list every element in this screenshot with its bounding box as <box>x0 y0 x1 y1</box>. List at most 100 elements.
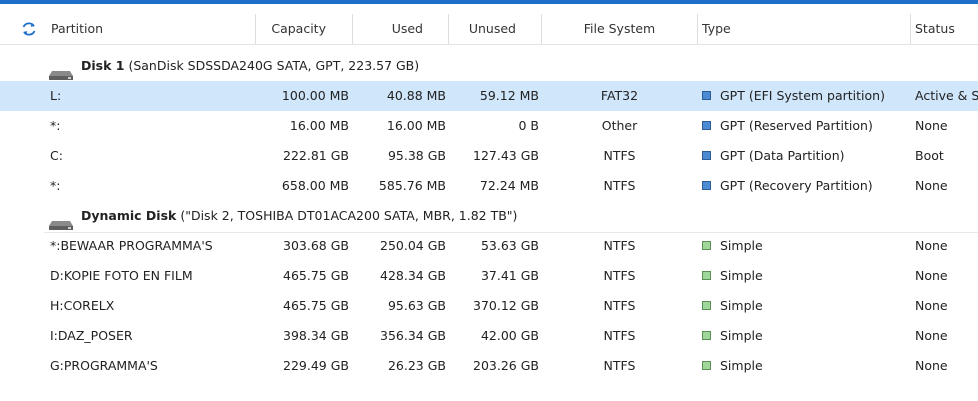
table-row[interactable]: *: 658.00 MB 585.76 MB 72.24 MB NTFS GPT (Rec… <box>0 171 978 201</box>
window-accent-bar <box>0 0 978 4</box>
partition-used: 16.00 MB <box>386 118 446 133</box>
partition-capacity: 303.68 GB <box>283 238 349 253</box>
disk-details: ("Disk 2, TOSHIBA DT01ACA200 SATA, MBR, … <box>180 208 518 223</box>
partition-unused: 72.24 MB <box>479 178 539 193</box>
partition-status: None <box>915 358 948 373</box>
partition-file-system: Other <box>601 118 638 133</box>
partition-type: GPT (Reserved Partition) <box>720 118 873 133</box>
partition-type-square-icon <box>702 241 711 250</box>
header-partition[interactable]: Partition <box>51 14 251 44</box>
partition-file-system: NTFS <box>603 178 636 193</box>
partition-name: *: <box>50 178 61 193</box>
disk-header[interactable]: Disk 1 (SanDisk SDSSDA240G SATA, GPT, 22… <box>0 51 978 81</box>
header-file-system[interactable]: File System <box>542 14 697 44</box>
partition-file-system: NTFS <box>603 328 636 343</box>
partition-type-square-icon <box>702 121 711 130</box>
partition-type: Simple <box>720 358 763 373</box>
partition-file-system: FAT32 <box>600 88 639 103</box>
partition-file-system: NTFS <box>603 148 636 163</box>
table-row[interactable]: *:BEWAAR PROGRAMMA'S 303.68 GB 250.04 GB 53… <box>0 231 978 261</box>
partition-type-square-icon <box>702 91 711 100</box>
partition-status: None <box>915 298 948 313</box>
table-row[interactable]: L: 100.00 MB 40.88 MB 59.12 MB FAT32 GPT (EFI… <box>0 81 978 111</box>
partition-used: 95.63 GB <box>387 298 446 313</box>
partition-unused: 203.26 GB <box>473 358 539 373</box>
disk-header[interactable]: Dynamic Disk ("Disk 2, TOSHIBA DT01ACA20… <box>0 201 978 231</box>
partition-used: 26.23 GB <box>387 358 446 373</box>
partition-type-square-icon <box>702 331 711 340</box>
header-capacity[interactable]: Capacity <box>256 14 326 44</box>
disk-drive-icon <box>49 61 73 80</box>
header-divider[interactable] <box>910 14 911 44</box>
partition-unused: 0 B <box>518 118 539 133</box>
partition-status: Active & Sy <box>915 88 978 103</box>
partition-type-square-icon <box>702 361 711 370</box>
partition-type-square-icon <box>702 271 711 280</box>
partition-type: Simple <box>720 298 763 313</box>
partition-file-system: NTFS <box>603 358 636 373</box>
disk-drive-icon <box>49 211 73 230</box>
table-row[interactable]: C: 222.81 GB 95.38 GB 127.43 GB NTFS GPT (Dat… <box>0 141 978 171</box>
partition-capacity: 465.75 GB <box>283 298 349 313</box>
partition-status: None <box>915 178 948 193</box>
partition-file-system: NTFS <box>603 298 636 313</box>
partition-name: H:CORELX <box>50 298 115 313</box>
partition-status: None <box>915 328 948 343</box>
partition-type: Simple <box>720 238 763 253</box>
partition-type: GPT (EFI System partition) <box>720 88 885 103</box>
partition-capacity: 16.00 MB <box>289 118 349 133</box>
partition-type: Simple <box>720 268 763 283</box>
header-used[interactable]: Used <box>353 14 423 44</box>
partition-type-square-icon <box>702 301 711 310</box>
partition-unused: 42.00 GB <box>480 328 539 343</box>
table-row[interactable]: H:CORELX 465.75 GB 95.63 GB 370.12 GB NTFS Si… <box>0 291 978 321</box>
partition-file-system: NTFS <box>603 268 636 283</box>
partition-used: 250.04 GB <box>380 238 446 253</box>
partition-used: 95.38 GB <box>387 148 446 163</box>
table-row[interactable]: G:PROGRAMMA'S 229.49 GB 26.23 GB 203.26 GB N… <box>0 351 978 381</box>
partition-capacity: 222.81 GB <box>283 148 349 163</box>
partition-name: *: <box>50 118 61 133</box>
partition-unused: 53.63 GB <box>480 238 539 253</box>
partition-capacity: 398.34 GB <box>283 328 349 343</box>
partition-name: I:DAZ_POSER <box>50 328 133 343</box>
partition-unused: 370.12 GB <box>473 298 539 313</box>
column-header: Partition Capacity Used Unused File Syst… <box>0 14 978 45</box>
partition-status: Boot <box>915 148 944 163</box>
disk-details: (SanDisk SDSSDA240G SATA, GPT, 223.57 GB… <box>128 58 420 73</box>
partition-type-square-icon <box>702 181 711 190</box>
partition-capacity: 658.00 MB <box>281 178 349 193</box>
partition-status: None <box>915 238 948 253</box>
partition-type: GPT (Recovery Partition) <box>720 178 873 193</box>
partition-type-square-icon <box>702 151 711 160</box>
table-row[interactable]: D:KOPIE FOTO EN FILM 465.75 GB 428.34 GB 37… <box>0 261 978 291</box>
partition-type: GPT (Data Partition) <box>720 148 845 163</box>
partition-type: Simple <box>720 328 763 343</box>
table-row[interactable]: I:DAZ_POSER 398.34 GB 356.34 GB 42.00 GB NTF… <box>0 321 978 351</box>
partition-name: D:KOPIE FOTO EN FILM <box>50 268 193 283</box>
partition-unused: 127.43 GB <box>473 148 539 163</box>
partition-used: 356.34 GB <box>380 328 446 343</box>
partition-capacity: 229.49 GB <box>283 358 349 373</box>
header-unused[interactable]: Unused <box>449 14 516 44</box>
partition-used: 428.34 GB <box>380 268 446 283</box>
partition-name: C: <box>50 148 63 163</box>
partition-name: *:BEWAAR PROGRAMMA'S <box>50 238 213 253</box>
disk-name: Dynamic Disk <box>81 208 177 223</box>
header-status[interactable]: Status <box>915 14 978 44</box>
header-type[interactable]: Type <box>702 14 902 44</box>
partition-file-system: NTFS <box>603 238 636 253</box>
partition-status: None <box>915 118 948 133</box>
partition-used: 585.76 MB <box>378 178 446 193</box>
partition-capacity: 100.00 MB <box>281 88 349 103</box>
partition-used: 40.88 MB <box>386 88 446 103</box>
partition-unused: 37.41 GB <box>480 268 539 283</box>
partition-capacity: 465.75 GB <box>283 268 349 283</box>
refresh-icon[interactable] <box>20 20 38 38</box>
disk-name: Disk 1 <box>81 58 125 73</box>
table-row[interactable]: *: 16.00 MB 16.00 MB 0 B Other GPT (Reserved … <box>0 111 978 141</box>
header-divider[interactable] <box>697 14 698 44</box>
partition-unused: 59.12 MB <box>479 88 539 103</box>
partition-name: G:PROGRAMMA'S <box>50 358 158 373</box>
disk-title: Disk 1 (SanDisk SDSSDA240G SATA, GPT, 22… <box>81 51 961 81</box>
